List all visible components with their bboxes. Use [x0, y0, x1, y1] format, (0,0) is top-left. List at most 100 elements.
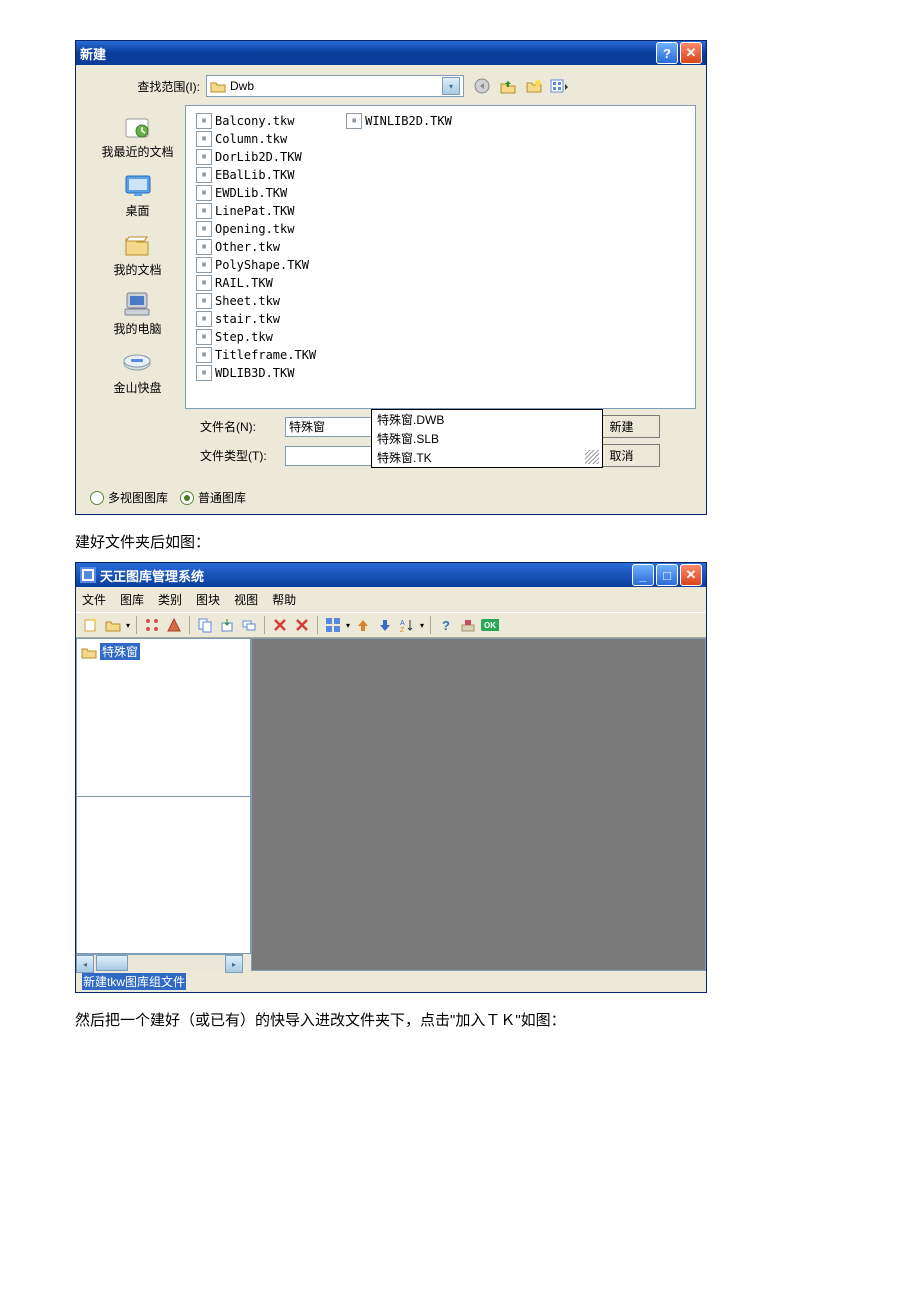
resize-grip[interactable]: [585, 450, 599, 464]
file-item[interactable]: ▦WDLIB3D.TKW: [196, 364, 316, 381]
folder-open-icon: [81, 645, 97, 659]
file-icon: ▦: [196, 113, 212, 129]
new-icon[interactable]: [82, 616, 100, 634]
menu-view[interactable]: 视图: [234, 591, 258, 608]
layout-icon[interactable]: [324, 616, 342, 634]
radio-icon: [180, 491, 194, 505]
horizontal-scrollbar[interactable]: ◂ ▸: [76, 954, 243, 971]
dialog-title: 新建: [80, 44, 106, 63]
place-mycomputer[interactable]: 我的电脑: [113, 286, 161, 341]
help-button[interactable]: ?: [656, 42, 678, 64]
file-icon: ▦: [346, 113, 362, 129]
file-item[interactable]: ▦PolyShape.TKW: [196, 256, 316, 273]
file-icon: ▦: [196, 347, 212, 363]
look-in-combo[interactable]: Dwb ▾: [206, 75, 464, 97]
dropdown-item[interactable]: 特殊窗.SLB: [372, 429, 602, 448]
maximize-button[interactable]: □: [656, 564, 678, 586]
open-icon[interactable]: [104, 616, 122, 634]
chevron-down-icon[interactable]: ▾: [442, 77, 460, 95]
file-item[interactable]: ▦Sheet.tkw: [196, 292, 316, 309]
up-icon[interactable]: [498, 76, 518, 96]
link-icon[interactable]: [240, 616, 258, 634]
chevron-down-icon[interactable]: ▾: [126, 621, 130, 630]
close-button[interactable]: ✕: [680, 564, 702, 586]
dropdown-item[interactable]: 特殊窗.TK: [372, 448, 602, 467]
sort-icon[interactable]: AZ: [398, 616, 416, 634]
file-icon: ▦: [196, 185, 212, 201]
library-manager-window: 天正图库管理系统 _ □ ✕ 文件 图库 类别 图块 视图 帮助 ▾ ▾ AZ …: [75, 562, 707, 993]
file-icon: ▦: [196, 329, 212, 345]
file-list[interactable]: ▦Balcony.tkw ▦Column.tkw ▦DorLib2D.TKW ▦…: [185, 105, 696, 409]
menu-block[interactable]: 图块: [196, 591, 220, 608]
paragraph-2: 然后把一个建好（或已有）的快导入进改文件夹下，点击"加入ＴＫ"如图：: [75, 1009, 845, 1030]
file-item[interactable]: ▦LinePat.TKW: [196, 202, 316, 219]
menu-category[interactable]: 类别: [158, 591, 182, 608]
file-item[interactable]: ▦Other.tkw: [196, 238, 316, 255]
paragraph-1: 建好文件夹后如图：: [75, 531, 845, 552]
down-arrow-icon[interactable]: [376, 616, 394, 634]
filetype-label: 文件类型(T):: [200, 447, 285, 464]
new-file-dialog: 新建 ? ✕ 查找范围(I): Dwb ▾ 我最近的文档: [75, 40, 707, 515]
file-icon: ▦: [196, 131, 212, 147]
file-item[interactable]: ▦EBalLib.TKW: [196, 166, 316, 183]
radio-multiview[interactable]: 多视图图库: [90, 489, 168, 506]
file-item[interactable]: ▦RAIL.TKW: [196, 274, 316, 291]
file-item[interactable]: ▦Balcony.tkw: [196, 112, 316, 129]
desktop-icon: [122, 172, 154, 200]
place-recent[interactable]: 我最近的文档: [101, 109, 173, 164]
settings-icon[interactable]: [459, 616, 477, 634]
copy-icon[interactable]: [196, 616, 214, 634]
radio-normal[interactable]: 普通图库: [180, 489, 246, 506]
close-button[interactable]: ✕: [680, 42, 702, 64]
file-item[interactable]: ▦Opening.tkw: [196, 220, 316, 237]
file-item[interactable]: ▦WINLIB2D.TKW: [346, 112, 452, 129]
svg-text:OK: OK: [484, 621, 496, 630]
place-label: 金山快盘: [113, 379, 161, 396]
file-icon: ▦: [196, 167, 212, 183]
lower-tree-panel[interactable]: [76, 797, 251, 955]
place-desktop[interactable]: 桌面: [122, 168, 154, 223]
file-item[interactable]: ▦Column.tkw: [196, 130, 316, 147]
look-in-label: 查找范围(I):: [90, 78, 206, 95]
file-icon: ▦: [196, 293, 212, 309]
minimize-button[interactable]: _: [632, 564, 654, 586]
file-icon: ▦: [196, 275, 212, 291]
back-icon[interactable]: [472, 76, 492, 96]
help-icon[interactable]: ?: [437, 616, 455, 634]
menu-library[interactable]: 图库: [120, 591, 144, 608]
menu-file[interactable]: 文件: [82, 591, 106, 608]
menu-help[interactable]: 帮助: [272, 591, 296, 608]
app-icon: [80, 567, 96, 583]
file-item[interactable]: ▦DorLib2D.TKW: [196, 148, 316, 165]
grid-icon[interactable]: [143, 616, 161, 634]
dropdown-item[interactable]: 特殊窗.DWB: [372, 410, 602, 429]
place-mydocs[interactable]: 我的文档: [113, 227, 161, 282]
file-column-1: ▦Balcony.tkw ▦Column.tkw ▦DorLib2D.TKW ▦…: [196, 112, 316, 381]
file-item[interactable]: ▦Titleframe.TKW: [196, 346, 316, 363]
file-item[interactable]: ▦EWDLib.TKW: [196, 184, 316, 201]
recent-icon: [121, 113, 153, 141]
scroll-left-icon[interactable]: ◂: [76, 955, 94, 973]
delete-icon[interactable]: [271, 616, 289, 634]
view-menu-icon[interactable]: [550, 76, 570, 96]
window-title: 天正图库管理系统: [100, 566, 204, 585]
delete-all-icon[interactable]: [293, 616, 311, 634]
titlebar: 新建 ? ✕: [76, 41, 706, 65]
tree-panel[interactable]: 特殊窗: [76, 638, 251, 797]
scroll-thumb[interactable]: [96, 955, 128, 971]
tree-item[interactable]: 特殊窗: [81, 643, 246, 660]
place-kingsoft[interactable]: 金山快盘: [113, 345, 161, 400]
up-arrow-icon[interactable]: [354, 616, 372, 634]
chevron-down-icon[interactable]: ▾: [420, 621, 424, 630]
file-item[interactable]: ▦stair.tkw: [196, 310, 316, 327]
ok-icon[interactable]: OK: [481, 616, 499, 634]
chevron-down-icon[interactable]: ▾: [346, 621, 350, 630]
new-folder-icon[interactable]: [524, 76, 544, 96]
file-icon: ▦: [196, 311, 212, 327]
svg-text:A: A: [400, 620, 405, 627]
file-icon: ▦: [196, 365, 212, 381]
export-icon[interactable]: [218, 616, 236, 634]
file-item[interactable]: ▦Step.tkw: [196, 328, 316, 345]
scroll-right-icon[interactable]: ▸: [225, 955, 243, 973]
pyramid-icon[interactable]: [165, 616, 183, 634]
